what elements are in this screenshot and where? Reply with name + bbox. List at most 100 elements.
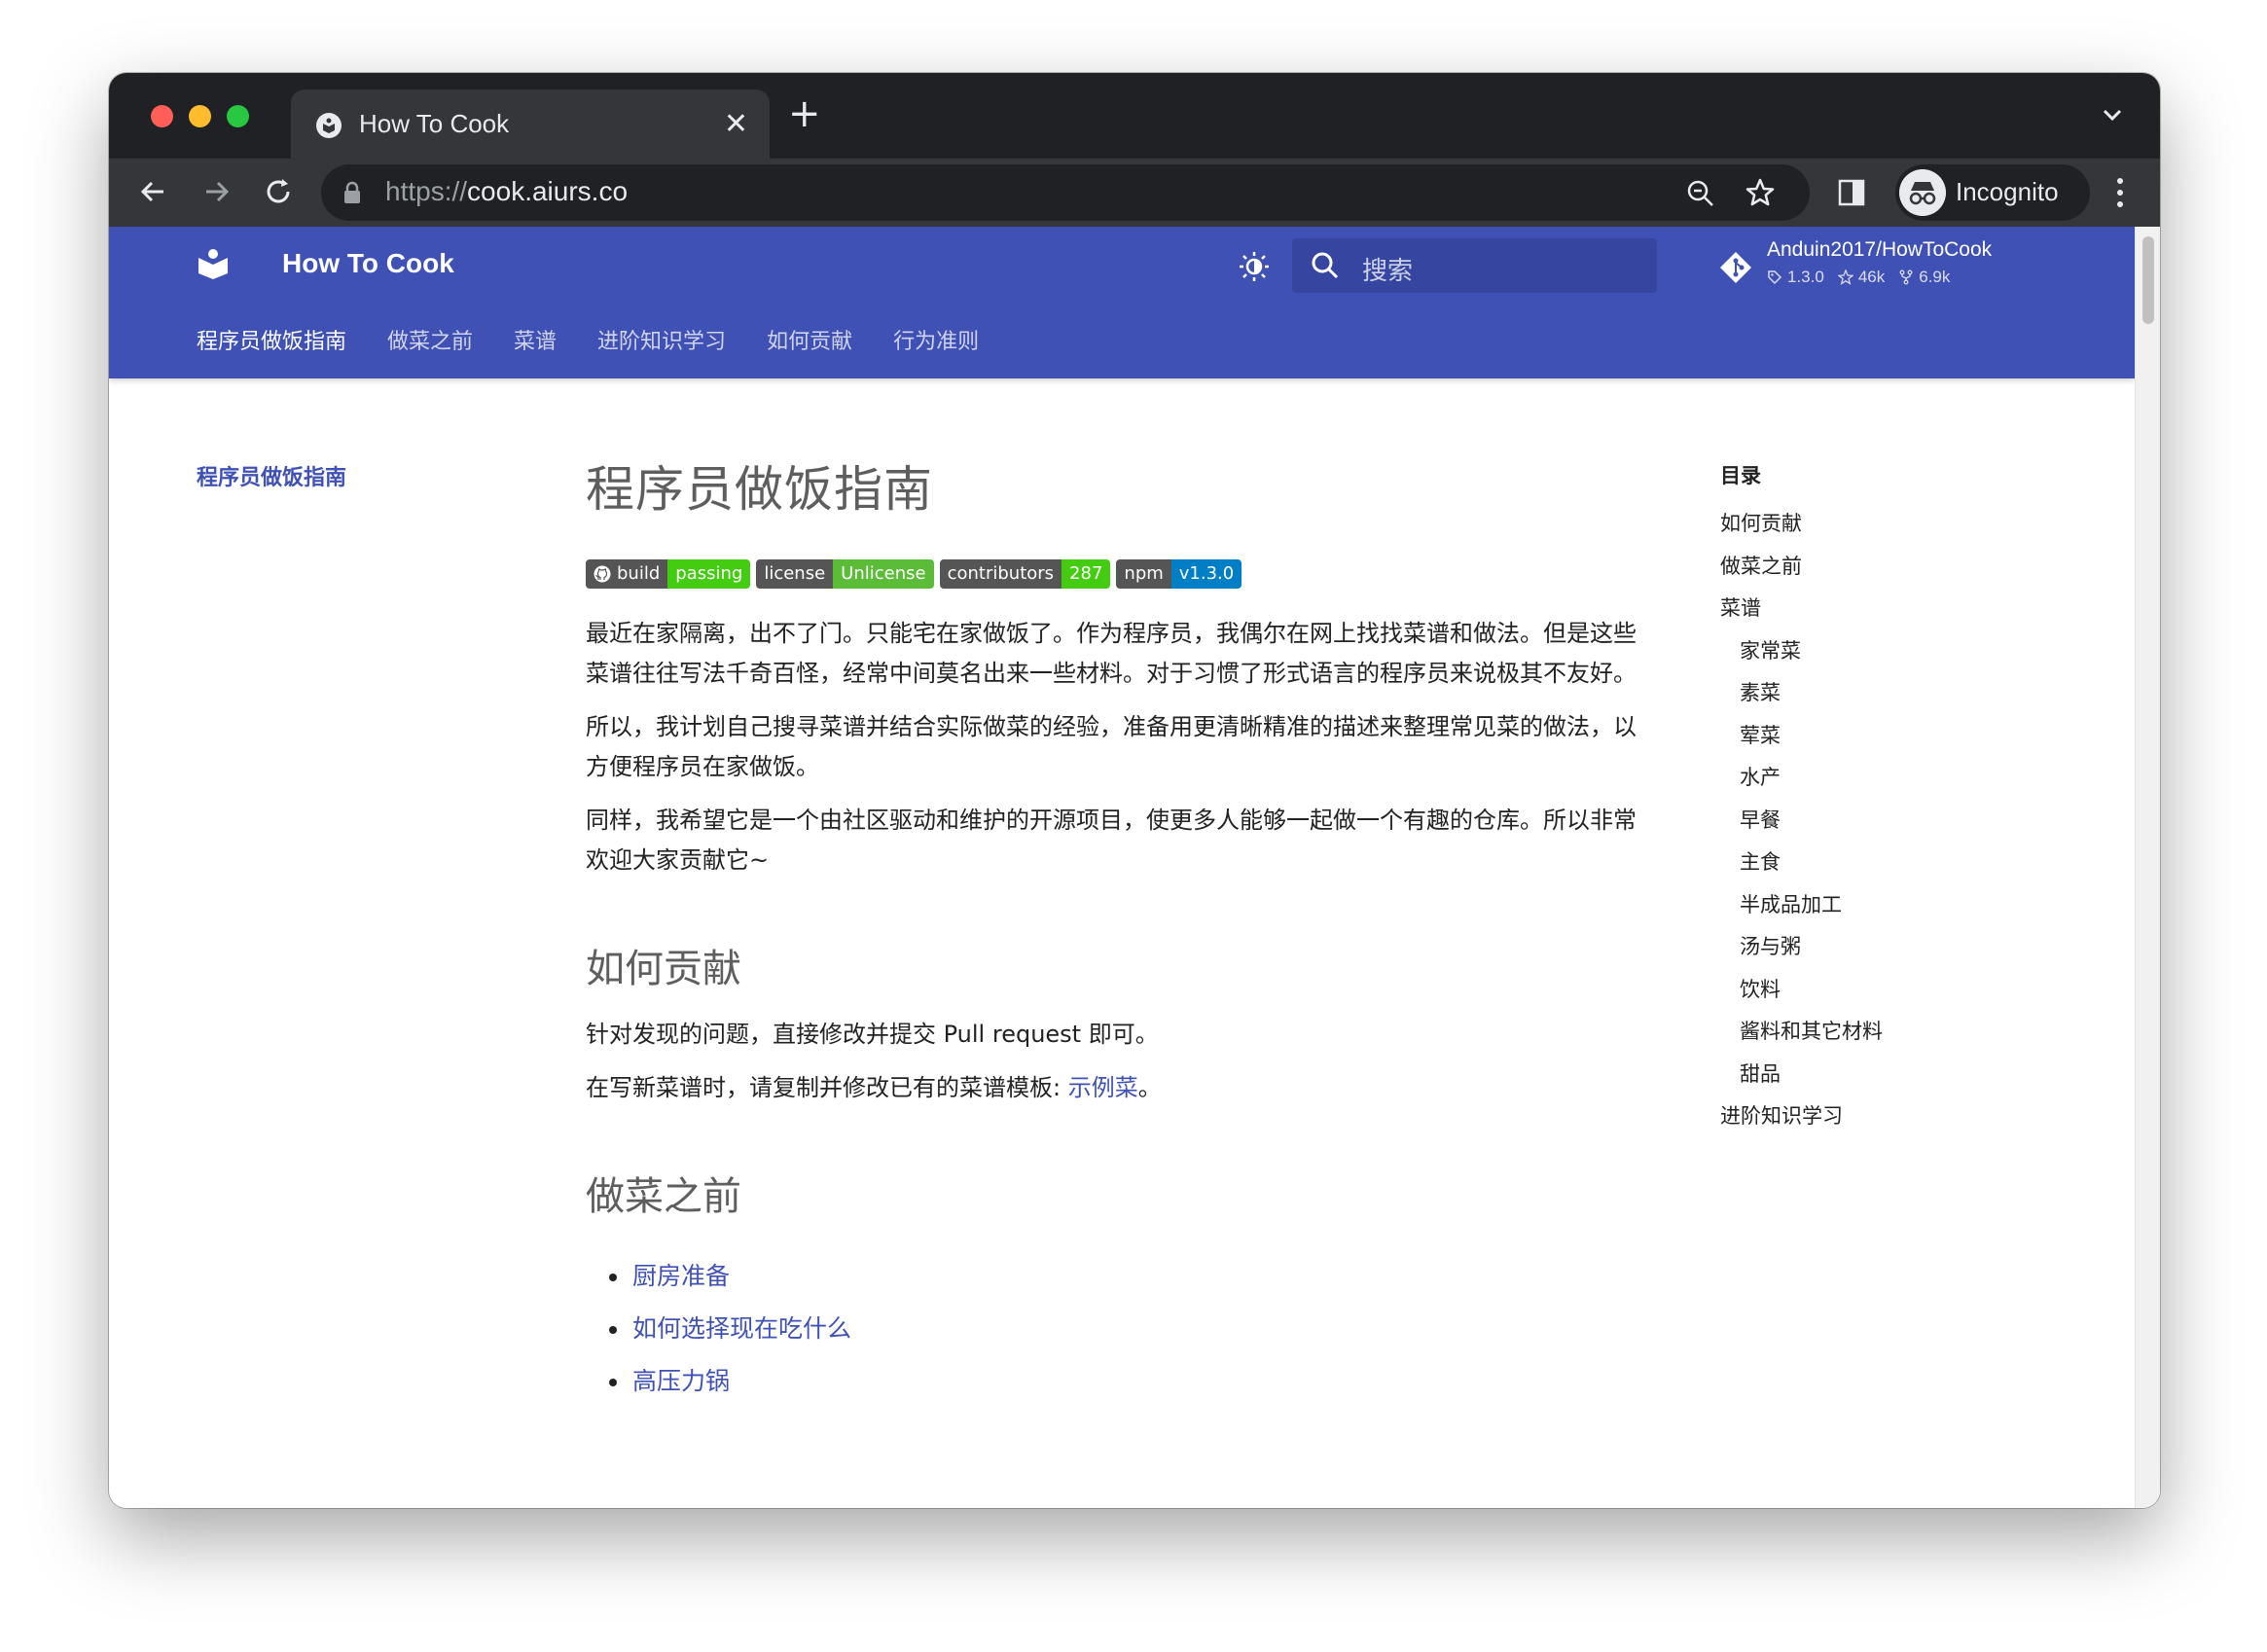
site-favicon-icon xyxy=(316,113,342,138)
scrollbar-thumb[interactable] xyxy=(2142,236,2154,324)
browser-window: How To Cook ✕ + https://cook.aiurs.co In… xyxy=(109,73,2160,1508)
toc-item[interactable]: 如何贡献 xyxy=(1720,503,2012,546)
reload-icon[interactable] xyxy=(259,172,298,211)
browser-toolbar: https://cook.aiurs.co Incognito xyxy=(109,159,2160,227)
repo-link[interactable]: Anduin2017/HowToCook 1.3.0 46k 6.9k xyxy=(1718,238,2030,297)
toc-item[interactable]: 做菜之前 xyxy=(1720,546,2012,589)
tab-close-icon[interactable]: ✕ xyxy=(724,107,748,141)
incognito-label: Incognito xyxy=(1956,177,2059,206)
incognito-profile-button[interactable]: Incognito xyxy=(1895,164,2090,221)
toc-subitem[interactable]: 汤与粥 xyxy=(1720,926,2012,969)
build-badge-value: passing xyxy=(667,559,751,589)
tab-search-chevron-icon[interactable] xyxy=(2100,102,2125,127)
intro-paragraph-2: 所以，我计划自己搜寻菜谱并结合实际做菜的经验，准备用更清晰精准的描述来整理常见菜… xyxy=(586,713,1637,780)
build-badge-label: build xyxy=(617,563,661,584)
incognito-icon xyxy=(1899,169,1946,216)
table-of-contents: 目录 如何贡献 做菜之前 菜谱 家常菜 素菜 荤菜 水产 早餐 主食 半成品加工… xyxy=(1720,460,2012,1138)
repo-name: Anduin2017/HowToCook xyxy=(1767,238,1993,261)
close-window-button[interactable] xyxy=(151,105,173,127)
repo-stars: 46k xyxy=(1837,268,1886,287)
npm-badge[interactable]: npm v1.3.0 xyxy=(1116,559,1242,589)
browser-tab-active[interactable]: How To Cook ✕ xyxy=(291,90,770,159)
new-tab-button[interactable]: + xyxy=(788,92,821,135)
bookmark-star-icon[interactable] xyxy=(1744,176,1777,209)
zoom-window-button[interactable] xyxy=(227,105,249,127)
repo-forks: 6.9k xyxy=(1898,268,1950,287)
tab-guide[interactable]: 程序员做饭指南 xyxy=(197,324,346,355)
star-icon xyxy=(1837,269,1853,285)
toc-subitem[interactable]: 饮料 xyxy=(1720,969,2012,1012)
tag-icon xyxy=(1768,270,1782,285)
toc-subitem[interactable]: 半成品加工 xyxy=(1720,884,2012,927)
heading-before-cooking: 做菜之前 xyxy=(586,1174,741,1219)
npm-badge-label: npm xyxy=(1116,559,1171,589)
zoom-out-icon[interactable] xyxy=(1685,178,1716,209)
minimize-window-button[interactable] xyxy=(189,105,211,127)
example-recipe-link[interactable]: 示例菜 xyxy=(1068,1074,1138,1101)
list-item-link[interactable]: 厨房准备 xyxy=(586,1250,1656,1303)
article-content: 程序员做饭指南 build passing license Unlicense … xyxy=(586,450,1656,1408)
theme-toggle-icon[interactable] xyxy=(1238,250,1271,283)
repo-version: 1.3.0 xyxy=(1767,268,1824,287)
repo-facts: 1.3.0 46k 6.9k xyxy=(1767,268,1950,287)
tab-recipes[interactable]: 菜谱 xyxy=(514,324,557,355)
list-item-link[interactable]: 如何选择现在吃什么 xyxy=(586,1303,1656,1355)
tab-contribute[interactable]: 如何贡献 xyxy=(767,324,852,355)
site-logo-icon[interactable] xyxy=(197,246,230,279)
contribute-paragraph-2: 在写新菜谱时，请复制并修改已有的菜谱模板: 示例菜。 xyxy=(586,1074,1162,1101)
intro-paragraph-1: 最近在家隔离，出不了门。只能宅在家做饭了。作为程序员，我偶尔在网上找找菜谱和做法… xyxy=(586,620,1637,687)
tab-code-of-conduct[interactable]: 行为准则 xyxy=(893,324,979,355)
license-badge-label: license xyxy=(756,559,834,589)
back-arrow-icon[interactable] xyxy=(134,172,173,211)
intro-paragraph-3: 同样，我希望它是一个由社区驱动和维护的开源项目，使更多人能够一起做一个有趣的仓库… xyxy=(586,807,1637,874)
toc-subitem[interactable]: 酱料和其它材料 xyxy=(1720,1011,2012,1054)
tab-advanced[interactable]: 进阶知识学习 xyxy=(597,324,726,355)
license-badge-value: Unlicense xyxy=(833,559,934,589)
toc-item[interactable]: 菜谱 xyxy=(1720,588,2012,630)
license-badge[interactable]: license Unlicense xyxy=(756,559,934,589)
toc-subitem[interactable]: 早餐 xyxy=(1720,800,2012,843)
github-icon xyxy=(594,565,611,583)
sidebar-item-current[interactable]: 程序员做饭指南 xyxy=(197,460,346,491)
list-item-link[interactable]: 高压力锅 xyxy=(586,1355,1656,1408)
toc-subitem[interactable]: 甜品 xyxy=(1720,1054,2012,1096)
page-viewport: How To Cook 搜索 Anduin2017/HowToCook 1.3.… xyxy=(109,227,2160,1508)
site-nav-tabs: 程序员做饭指南 做菜之前 菜谱 进阶知识学习 如何贡献 行为准则 xyxy=(197,324,979,355)
toc-subitem[interactable]: 水产 xyxy=(1720,757,2012,800)
before-cooking-list: 厨房准备 如何选择现在吃什么 高压力锅 xyxy=(586,1250,1656,1408)
toc-subitem[interactable]: 素菜 xyxy=(1720,672,2012,715)
contributors-badge-value: 287 xyxy=(1062,559,1111,589)
toc-subitem[interactable]: 家常菜 xyxy=(1720,630,2012,673)
contribute-paragraph-1: 针对发现的问题，直接修改并提交 Pull request 即可。 xyxy=(586,1021,1159,1048)
toc-subitem[interactable]: 荤菜 xyxy=(1720,715,2012,758)
browser-menu-icon[interactable] xyxy=(2115,176,2125,209)
side-panel-icon[interactable] xyxy=(1837,178,1866,207)
repo-version-text: 1.3.0 xyxy=(1787,268,1824,286)
build-badge[interactable]: build passing xyxy=(586,559,751,589)
toc-item[interactable]: 进阶知识学习 xyxy=(1720,1095,2012,1138)
npm-badge-value: v1.3.0 xyxy=(1170,559,1242,589)
address-bar[interactable]: https://cook.aiurs.co xyxy=(321,164,1810,221)
toc-title: 目录 xyxy=(1720,464,1761,487)
tab-before-cooking[interactable]: 做菜之前 xyxy=(387,324,473,355)
fork-icon xyxy=(1899,269,1913,285)
lock-icon[interactable] xyxy=(342,181,362,204)
toc-subitem[interactable]: 主食 xyxy=(1720,842,2012,884)
contributors-badge-label: contributors xyxy=(939,559,1062,589)
search-input[interactable]: 搜索 xyxy=(1292,238,1657,293)
forward-arrow-icon[interactable] xyxy=(197,172,235,211)
repo-stars-text: 46k xyxy=(1857,268,1886,286)
tab-bar: How To Cook ✕ + xyxy=(109,73,2160,159)
git-icon xyxy=(1720,252,1751,283)
page-title: 程序员做饭指南 xyxy=(586,461,933,518)
heading-contribute: 如何贡献 xyxy=(586,947,741,991)
url-text[interactable]: https://cook.aiurs.co xyxy=(385,176,628,207)
repo-forks-text: 6.9k xyxy=(1919,268,1951,286)
contributors-badge[interactable]: contributors 287 xyxy=(939,559,1111,589)
badge-row: build passing license Unlicense contribu… xyxy=(586,559,1656,589)
search-placeholder: 搜索 xyxy=(1362,257,1414,286)
site-title[interactable]: How To Cook xyxy=(282,248,454,279)
search-icon xyxy=(1312,252,1339,279)
page-scrollbar[interactable] xyxy=(2135,227,2160,1508)
tab-title: How To Cook xyxy=(359,109,510,138)
